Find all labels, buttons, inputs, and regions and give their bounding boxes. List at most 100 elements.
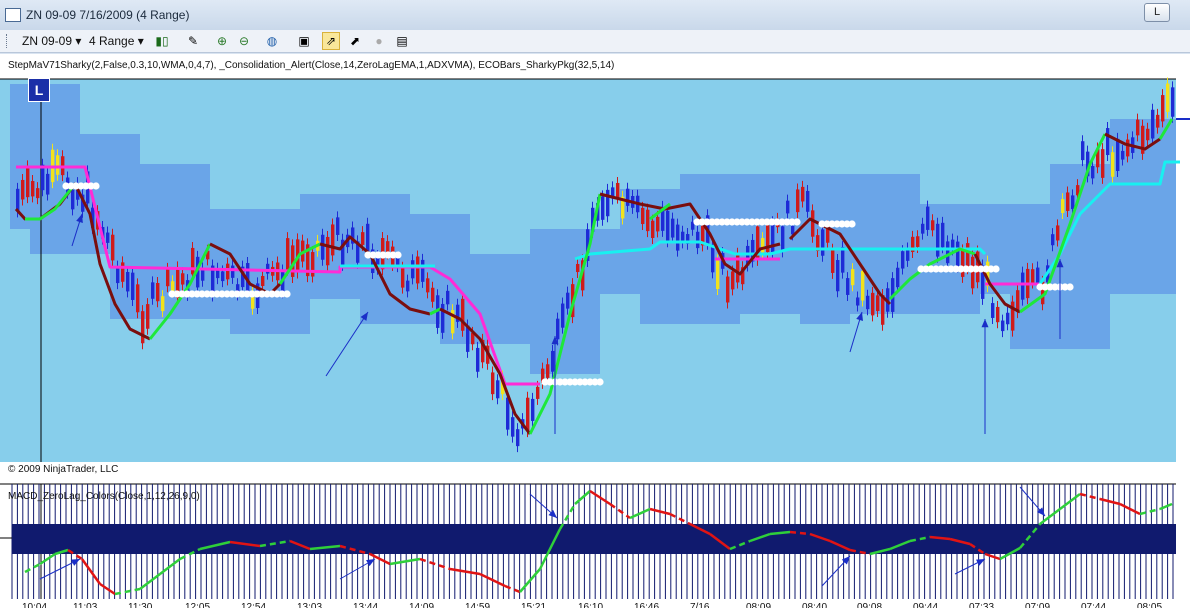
strategy-icon[interactable]: ⇗ <box>322 32 340 50</box>
price-bar <box>726 276 730 303</box>
price-bar <box>1081 141 1085 161</box>
price-bar <box>696 231 700 249</box>
price-bar <box>811 210 815 237</box>
price-bar <box>576 263 580 273</box>
price-indicator-label: StepMaV71Sharky(2,False,0.3,10,WMA,0,4,7… <box>8 60 615 71</box>
time-axis-label: 09:44 <box>913 602 938 608</box>
price-bar <box>731 271 735 290</box>
price-bar <box>566 292 570 309</box>
price-bar <box>21 179 25 200</box>
time-axis-label: 08:05 <box>1137 602 1162 608</box>
zoom-out-icon[interactable]: ⊖ <box>236 33 252 49</box>
price-bar <box>531 398 535 421</box>
price-bar <box>1101 149 1105 178</box>
price-bar <box>336 217 340 235</box>
instrument-label: ZN 09-09 <box>22 34 73 48</box>
price-bar <box>491 372 495 395</box>
price-bar <box>131 272 135 300</box>
time-axis-label: 14:59 <box>465 602 490 608</box>
chart-trader-icon[interactable]: ⬈ <box>347 33 363 49</box>
price-bar <box>1126 139 1130 157</box>
price-bar <box>856 297 860 306</box>
chart-canvas[interactable]: 10:04 11:03 11:30 12:05 12:54 13:03 13:44 14:09… <box>0 54 1190 608</box>
consolidation-marker <box>848 220 856 228</box>
time-axis-label: 7/16 <box>690 602 710 608</box>
properties-icon[interactable]: ▣ <box>296 33 312 49</box>
globe-icon[interactable]: ◍ <box>264 33 280 49</box>
circle-icon[interactable]: ● <box>371 33 387 49</box>
price-bar <box>896 267 900 288</box>
period-selector[interactable]: 4 Range ▾ <box>89 33 144 49</box>
macd-line <box>589 489 611 506</box>
price-bar <box>841 247 845 273</box>
time-axis-label: 08:09 <box>746 602 771 608</box>
price-bar <box>266 263 270 274</box>
consolidation-marker <box>596 378 604 386</box>
price-bar <box>121 262 125 282</box>
price-bar <box>866 295 870 310</box>
candlestick-icon[interactable]: ▮▯ <box>154 33 170 49</box>
price-bar <box>781 226 785 252</box>
price-bar <box>831 249 835 273</box>
macd-line <box>99 582 116 596</box>
price-bar <box>651 220 655 239</box>
price-bar <box>676 224 680 251</box>
price-bar <box>921 223 925 234</box>
time-axis-label: 07:44 <box>1081 602 1106 608</box>
price-bar <box>861 270 865 301</box>
macd-line <box>504 584 521 594</box>
price-bar <box>1021 272 1025 300</box>
title-bar: ZN 09-09 7/16/2009 (4 Range) L <box>0 0 1190 31</box>
macd-line <box>80 558 102 585</box>
price-bar <box>1161 95 1165 122</box>
time-axis-label: 13:03 <box>297 602 322 608</box>
price-bar <box>126 272 130 292</box>
price-bar <box>1036 267 1040 284</box>
price-bar <box>31 181 35 197</box>
instrument-selector[interactable]: ZN 09-09 ▾ <box>22 33 81 49</box>
consolidation-marker <box>793 218 801 226</box>
price-bar <box>146 304 150 329</box>
price-bar <box>231 265 235 278</box>
price-bar <box>421 259 425 282</box>
price-bar <box>411 260 415 279</box>
zoom-in-icon[interactable]: ⊕ <box>214 33 230 49</box>
price-bar <box>461 298 465 331</box>
price-bar <box>626 188 630 206</box>
price-bar <box>221 271 225 282</box>
price-bar <box>326 236 330 266</box>
data-box-icon[interactable]: ▤ <box>394 33 410 49</box>
price-bar <box>476 347 480 372</box>
price-bar <box>821 229 825 256</box>
price-bar <box>181 273 185 285</box>
pencil-icon[interactable]: ✎ <box>185 33 201 49</box>
time-axis-label: 13:44 <box>353 602 378 608</box>
price-bar <box>546 364 550 378</box>
price-bar <box>1116 138 1120 171</box>
consolidation-marker <box>1066 283 1074 291</box>
macd-line <box>389 557 421 566</box>
toolbar-grip[interactable] <box>6 34 10 48</box>
chevron-down-icon: ▾ <box>75 34 82 48</box>
restore-button[interactable]: L <box>1144 3 1170 22</box>
price-bar <box>606 189 610 217</box>
price-bar <box>1001 320 1005 332</box>
macd-line <box>139 573 161 590</box>
price-bar <box>116 266 120 284</box>
price-axis-strip <box>1176 79 1190 462</box>
macd-line <box>609 502 631 520</box>
price-bar <box>1006 312 1010 325</box>
price-bar <box>41 164 45 191</box>
price-bar <box>1051 234 1055 246</box>
price-bar <box>526 397 530 432</box>
price-bar <box>646 209 650 232</box>
price-bar <box>416 256 420 284</box>
price-bar <box>26 166 30 198</box>
chart-area[interactable]: 10:04 11:03 11:30 12:05 12:54 13:03 13:44 14:09… <box>0 54 1190 608</box>
chart-app-icon <box>5 8 21 22</box>
copyright-text: © 2009 NinjaTrader, LLC <box>8 464 119 475</box>
price-bar <box>666 210 670 242</box>
price-bar <box>446 290 450 305</box>
price-bar <box>601 196 605 220</box>
price-bar <box>106 232 110 243</box>
